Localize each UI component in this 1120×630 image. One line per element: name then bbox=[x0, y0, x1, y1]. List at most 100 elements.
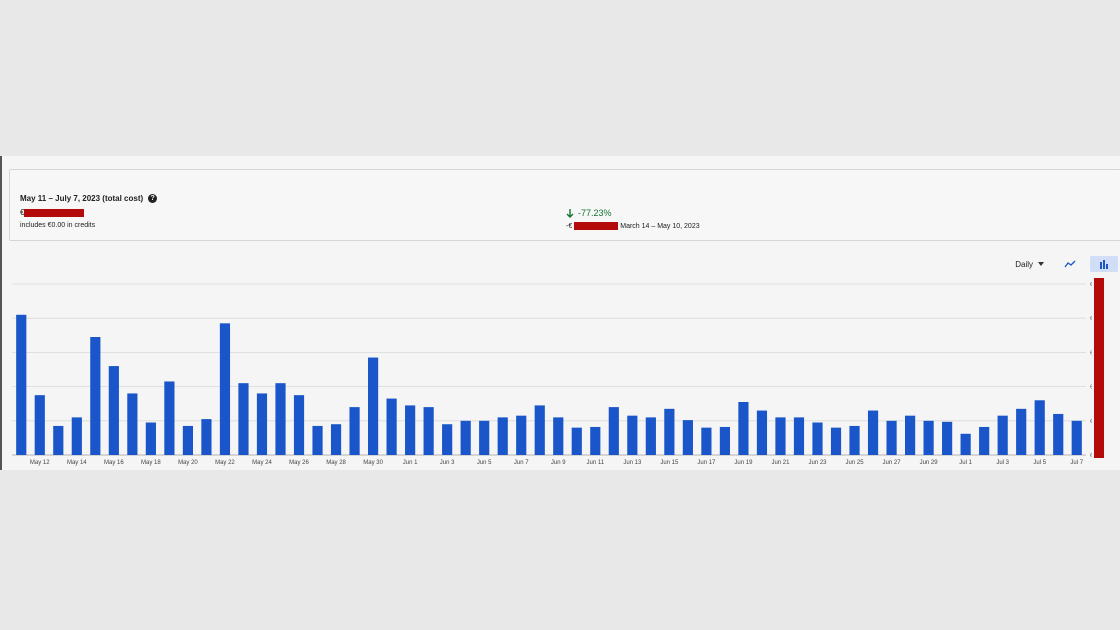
bar-jun-20[interactable] bbox=[756, 410, 768, 455]
x-tick-label: May 24 bbox=[252, 460, 272, 466]
bar-jun-25[interactable] bbox=[849, 425, 860, 455]
bar-may-26[interactable] bbox=[293, 395, 305, 455]
x-tick-label: Jun 1 bbox=[403, 460, 418, 466]
bar-jun-28[interactable] bbox=[904, 415, 916, 455]
arrow-down-icon bbox=[566, 208, 574, 218]
x-tick-label: Jul 1 bbox=[959, 460, 972, 466]
y-tick-label: € bbox=[1090, 350, 1092, 356]
bar-jun-22[interactable] bbox=[793, 417, 805, 455]
bar-may-29[interactable] bbox=[349, 407, 360, 455]
x-tick-label: Jun 17 bbox=[697, 460, 716, 466]
x-tick-label: Jun 21 bbox=[771, 460, 790, 466]
period-dropdown[interactable]: Daily bbox=[1009, 258, 1050, 271]
bar-may-15[interactable] bbox=[90, 337, 101, 455]
bar-jun-27[interactable] bbox=[886, 420, 897, 455]
bar-may-11[interactable] bbox=[16, 314, 27, 455]
x-tick-label: Jul 7 bbox=[1070, 460, 1083, 466]
x-tick-label: Jun 23 bbox=[808, 460, 827, 466]
bar-jun-18[interactable] bbox=[719, 426, 731, 455]
bar-jun-23[interactable] bbox=[812, 422, 823, 455]
period-label: Daily bbox=[1015, 259, 1033, 269]
x-tick-label: Jun 15 bbox=[660, 460, 679, 466]
bar-jun-17[interactable] bbox=[701, 427, 712, 455]
bar-may-24[interactable] bbox=[256, 393, 268, 455]
bar-jun-8[interactable] bbox=[534, 405, 545, 455]
bar-may-14[interactable] bbox=[71, 417, 82, 455]
bar-jun-7[interactable] bbox=[516, 415, 527, 455]
x-tick-label: Jul 5 bbox=[1033, 460, 1046, 466]
daily-cost-bar-chart: € € € € € € May 12 May 14 May 16 May 18 May 20 May … bbox=[12, 282, 1092, 466]
x-tick-label: Jun 7 bbox=[514, 460, 529, 466]
compare-range: March 14 – May 10, 2023 bbox=[620, 222, 700, 230]
bar-may-25[interactable] bbox=[275, 383, 286, 455]
y-tick-label: € bbox=[1090, 453, 1092, 459]
bar-jul-6[interactable] bbox=[1053, 413, 1064, 455]
redacted-compare-total bbox=[574, 222, 619, 230]
comparison-period: -€ March 14 – May 10, 2023 bbox=[566, 222, 700, 230]
bar-jun-4[interactable] bbox=[460, 420, 471, 455]
x-tick-label: May 20 bbox=[178, 460, 198, 466]
summary-title-text: May 11 – July 7, 2023 (total cost) bbox=[20, 194, 144, 203]
y-tick-label: € bbox=[1090, 385, 1092, 391]
y-tick-label: € bbox=[1090, 282, 1092, 288]
bar-jul-7[interactable] bbox=[1071, 420, 1082, 455]
x-tick-label: Jun 27 bbox=[883, 460, 902, 466]
bar-may-28[interactable] bbox=[330, 424, 342, 455]
bar-may-19[interactable] bbox=[164, 381, 175, 455]
bar-jul-5[interactable] bbox=[1034, 400, 1045, 455]
bar-jul-4[interactable] bbox=[1016, 408, 1027, 455]
bar-jun-12[interactable] bbox=[608, 407, 619, 455]
bar-jun-19[interactable] bbox=[738, 401, 749, 455]
bar-chart-button[interactable] bbox=[1090, 256, 1118, 272]
x-tick-label: Jun 11 bbox=[587, 460, 605, 466]
bar-jun-21[interactable] bbox=[775, 417, 786, 455]
caret-down-icon bbox=[1038, 262, 1044, 266]
change-indicator: -77.23% bbox=[566, 208, 612, 218]
help-icon[interactable]: ? bbox=[148, 194, 158, 203]
bar-may-21[interactable] bbox=[201, 419, 212, 455]
bar-jun-5[interactable] bbox=[479, 420, 490, 455]
x-tick-label: May 12 bbox=[30, 460, 50, 466]
bar-jun-1[interactable] bbox=[405, 405, 416, 455]
bar-jun-16[interactable] bbox=[682, 420, 693, 455]
bar-jun-2[interactable] bbox=[423, 407, 434, 455]
bar-may-17[interactable] bbox=[127, 393, 138, 455]
bar-may-23[interactable] bbox=[238, 383, 249, 455]
redacted-y-axis bbox=[1094, 278, 1104, 458]
bar-jun-29[interactable] bbox=[923, 420, 934, 455]
bar-may-27[interactable] bbox=[312, 425, 323, 455]
bar-may-12[interactable] bbox=[34, 395, 45, 455]
bar-jul-1[interactable] bbox=[960, 433, 971, 455]
line-chart-icon bbox=[1064, 260, 1076, 268]
bar-may-31[interactable] bbox=[386, 398, 397, 455]
bar-jun-24[interactable] bbox=[830, 427, 842, 455]
bar-jun-3[interactable] bbox=[442, 424, 453, 455]
redacted-total bbox=[24, 208, 85, 217]
bar-may-13[interactable] bbox=[53, 425, 64, 455]
x-tick-label: May 16 bbox=[104, 460, 124, 466]
x-tick-label: Jun 29 bbox=[920, 460, 939, 466]
bar-jun-11[interactable] bbox=[590, 426, 601, 455]
bar-may-20[interactable] bbox=[182, 425, 194, 455]
bar-jun-9[interactable] bbox=[553, 417, 564, 455]
bar-jul-2[interactable] bbox=[979, 426, 990, 455]
bar-jul-3[interactable] bbox=[997, 415, 1008, 455]
bar-jun-14[interactable] bbox=[645, 417, 656, 455]
summary-title: May 11 – July 7, 2023 (total cost) ? bbox=[20, 194, 158, 203]
bar-may-30[interactable] bbox=[367, 357, 379, 455]
line-chart-button[interactable] bbox=[1056, 256, 1084, 272]
bar-may-18[interactable] bbox=[145, 422, 156, 455]
x-tick-label: May 30 bbox=[363, 460, 383, 466]
bar-jun-15[interactable] bbox=[664, 408, 675, 455]
bar-may-22[interactable] bbox=[219, 323, 231, 455]
bar-jun-10[interactable] bbox=[571, 427, 582, 455]
bar-jun-30[interactable] bbox=[942, 421, 953, 455]
x-tick-label: May 14 bbox=[67, 460, 87, 466]
y-tick-label: € bbox=[1090, 316, 1092, 322]
bar-jun-6[interactable] bbox=[497, 417, 508, 455]
bar-jun-13[interactable] bbox=[627, 415, 638, 455]
bar-jun-26[interactable] bbox=[867, 410, 879, 455]
bar-may-16[interactable] bbox=[108, 366, 119, 455]
total-cost: € bbox=[20, 208, 85, 217]
x-tick-label: Jun 25 bbox=[846, 460, 865, 466]
